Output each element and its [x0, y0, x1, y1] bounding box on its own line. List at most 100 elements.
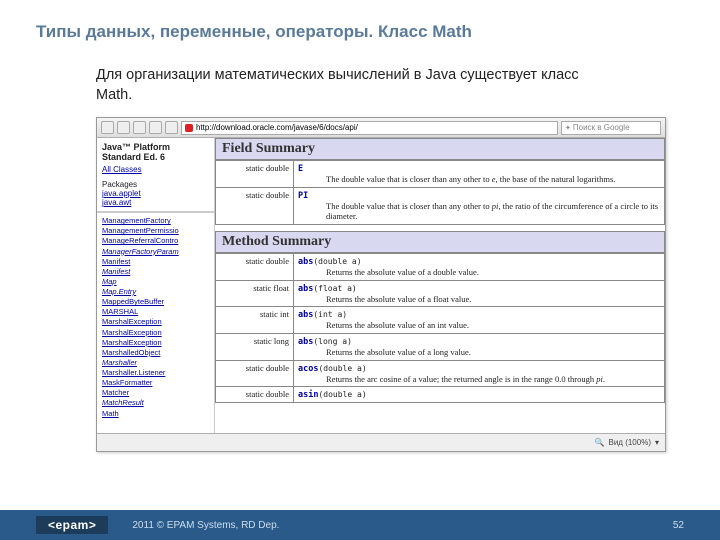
description-cell: acos(double a)Returns the arc cosine of … — [294, 360, 665, 387]
class-link[interactable]: Marshaller — [102, 358, 209, 368]
table-row: static doubleacos(double a)Returns the a… — [216, 360, 665, 387]
class-link[interactable]: Marshaller.Listener — [102, 368, 209, 378]
home-button[interactable] — [165, 121, 178, 134]
description-text: Returns the absolute value of a double v… — [298, 267, 660, 278]
description-text: Returns the arc cosine of a value; the r… — [298, 374, 660, 385]
signature-cell: static int — [216, 307, 294, 334]
class-link[interactable]: MatchResult — [102, 398, 209, 408]
args-text: (double a) — [313, 257, 361, 266]
description-cell: abs(long a)Returns the absolute value of… — [294, 333, 665, 360]
packages-label: Packages — [102, 180, 209, 189]
args-text: (double a) — [318, 364, 366, 373]
table-row: static doubleabs(double a)Returns the ab… — [216, 254, 665, 281]
member-link[interactable]: PI — [298, 191, 308, 201]
class-link[interactable]: MaskFormatter — [102, 378, 209, 388]
table-row: static double EThe double value that is c… — [216, 161, 665, 188]
table-row: static doubleasin(double a) — [216, 387, 665, 403]
description-cell: PIThe double value that is closer than a… — [294, 187, 665, 224]
search-placeholder: Поиск в Google — [573, 123, 630, 132]
class-link[interactable]: Math — [102, 409, 209, 419]
class-link[interactable]: ManagementFactory — [102, 216, 209, 226]
table-row: static intabs(int a)Returns the absolute… — [216, 307, 665, 334]
args-text: (int a) — [313, 310, 347, 319]
zoom-text[interactable]: Вид (100%) — [609, 438, 651, 447]
description-cell: abs(float a)Returns the absolute value o… — [294, 280, 665, 307]
back-button[interactable] — [101, 121, 114, 134]
table-row: static longabs(long a)Returns the absolu… — [216, 333, 665, 360]
browser-window: http://download.oracle.com/javase/6/docs… — [96, 117, 666, 452]
class-link[interactable]: Manifest — [102, 257, 209, 267]
slide-title: Типы данных, переменные, операторы. Клас… — [0, 0, 720, 42]
member-link[interactable]: abs — [298, 284, 313, 294]
method-summary-header: Method Summary — [215, 231, 665, 253]
browser-body: Java™ Platform Standard Ed. 6 All Classe… — [97, 138, 665, 433]
all-classes-link[interactable]: All Classes — [102, 165, 209, 174]
args-text: (float a) — [313, 284, 356, 293]
browser-toolbar: http://download.oracle.com/javase/6/docs… — [97, 118, 665, 138]
class-link[interactable]: MarshalledObject — [102, 348, 209, 358]
method-summary-table: static doubleabs(double a)Returns the ab… — [215, 253, 665, 403]
class-link[interactable]: ManagementPermissio — [102, 226, 209, 236]
table-row: static floatabs(float a)Returns the abso… — [216, 280, 665, 307]
class-link[interactable]: Map — [102, 277, 209, 287]
status-bar: 🔍 Вид (100%) ▾ — [97, 433, 665, 451]
url-bar[interactable]: http://download.oracle.com/javase/6/docs… — [181, 121, 558, 135]
description-text: Returns the absolute value of a float va… — [298, 294, 660, 305]
signature-cell: static double — [216, 161, 294, 188]
copyright: 2011 © EPAM Systems, RD Dep. — [132, 520, 279, 531]
table-row: static doublePIThe double value that is … — [216, 187, 665, 224]
package-link[interactable]: java.awt — [102, 198, 209, 207]
forward-button[interactable] — [117, 121, 130, 134]
description-text: Returns the absolute value of a long val… — [298, 347, 660, 358]
field-summary-table: static doubleEThe double value that is c… — [215, 160, 665, 225]
google-icon: ✦ — [565, 124, 571, 132]
overview-frame: Java™ Platform Standard Ed. 6 All Classe… — [97, 138, 214, 212]
classes-frame[interactable]: ManagementFactoryManagementPermissioMana… — [97, 212, 214, 433]
description-text: The double value that is closer than any… — [298, 201, 660, 222]
left-pane: Java™ Platform Standard Ed. 6 All Classe… — [97, 138, 215, 433]
class-link[interactable]: ManagerFactoryParam — [102, 247, 209, 257]
member-link[interactable]: abs — [298, 337, 313, 347]
description-cell: abs(int a)Returns the absolute value of … — [294, 307, 665, 334]
args-text: (double a) — [318, 390, 366, 399]
body-text: Для организации математических вычислени… — [0, 42, 580, 113]
signature-cell: static double — [216, 360, 294, 387]
description-cell: asin(double a) — [294, 387, 665, 403]
signature-cell: static long — [216, 333, 294, 360]
class-link[interactable]: MarshalException — [102, 338, 209, 348]
url-text: http://download.oracle.com/javase/6/docs… — [196, 123, 358, 132]
site-icon — [185, 124, 193, 132]
field-summary-header: Field Summary — [215, 138, 665, 160]
class-link[interactable]: MarshalException — [102, 317, 209, 327]
platform-title: Java™ Platform Standard Ed. 6 — [102, 142, 209, 162]
slide-footer: <epam> 2011 © EPAM Systems, RD Dep. 52 — [0, 510, 720, 540]
member-link[interactable]: abs — [298, 310, 313, 320]
reload-button[interactable] — [133, 121, 146, 134]
signature-cell: static double — [216, 387, 294, 403]
description-cell: abs(double a)Returns the absolute value … — [294, 254, 665, 281]
class-link[interactable]: MappedByteBuffer — [102, 297, 209, 307]
member-link[interactable]: asin — [298, 390, 318, 400]
zoom-icon: 🔍 — [595, 438, 605, 447]
stop-button[interactable] — [149, 121, 162, 134]
args-text: (long a) — [313, 337, 352, 346]
package-link[interactable]: java.applet — [102, 189, 209, 198]
dropdown-icon[interactable]: ▾ — [655, 438, 659, 447]
class-link[interactable]: Matcher — [102, 388, 209, 398]
class-link[interactable]: MARSHAL — [102, 307, 209, 317]
class-link[interactable]: Manifest — [102, 267, 209, 277]
member-link[interactable]: abs — [298, 257, 313, 267]
class-link[interactable]: MarshalException — [102, 328, 209, 338]
class-link[interactable]: Map.Entry — [102, 287, 209, 297]
class-link[interactable]: ManageReferralContro — [102, 236, 209, 246]
page-number: 52 — [673, 520, 684, 531]
description-text: The double value that is closer than any… — [298, 174, 660, 185]
member-link[interactable]: E — [298, 164, 303, 174]
signature-cell: static double — [216, 254, 294, 281]
signature-cell: static double — [216, 187, 294, 224]
search-bar[interactable]: ✦ Поиск в Google — [561, 121, 661, 135]
description-text: Returns the absolute value of an int val… — [298, 320, 660, 331]
epam-logo: <epam> — [36, 516, 108, 534]
signature-cell: static float — [216, 280, 294, 307]
member-link[interactable]: acos — [298, 364, 318, 374]
